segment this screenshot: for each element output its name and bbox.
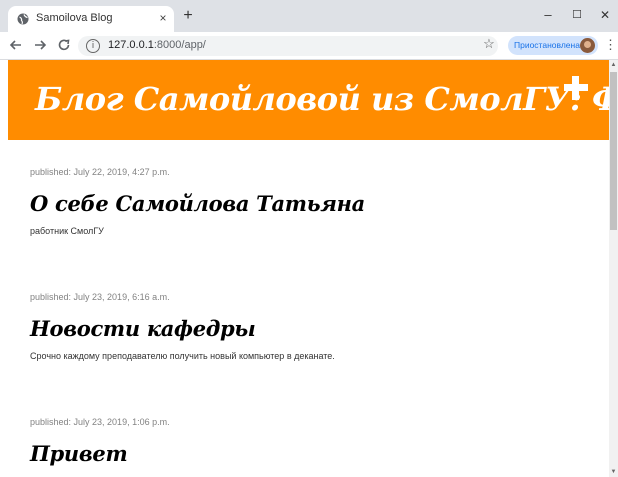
reload-icon[interactable] — [56, 37, 72, 53]
info-icon[interactable]: i — [86, 39, 100, 53]
arrow-left-icon[interactable] — [8, 37, 24, 53]
post-title: Новости кафедры — [30, 316, 590, 341]
kebab-menu-icon[interactable]: ⋮ — [604, 37, 617, 53]
avatar — [580, 38, 595, 53]
post-date: published: July 23, 2019, 1:06 p.m. — [30, 417, 170, 427]
scroll-down-icon[interactable]: ▼ — [609, 467, 618, 477]
url-host: 127.0.0.1 — [108, 39, 154, 51]
address-bar[interactable]: i 127.0.0.1:8000/app/ — [78, 36, 498, 56]
post-item: published: July 23, 2019, 6:16 a.m. Ново… — [30, 292, 590, 361]
post-title: О себе Самойлова Татьяна — [30, 191, 590, 216]
maximize-button[interactable]: ☐ — [566, 6, 588, 24]
post-date: published: July 23, 2019, 6:16 a.m. — [30, 292, 170, 302]
profile-paused-button[interactable]: Приостановлена — [508, 36, 598, 55]
paused-label: Приостановлена — [514, 40, 580, 50]
browser-tab[interactable]: Samoilova Blog × — [8, 6, 174, 32]
minimize-button[interactable]: – — [537, 6, 559, 24]
page-scrollbar[interactable]: ▲ ▼ — [609, 60, 618, 477]
url-path: :8000/app/ — [153, 39, 206, 51]
blog-title[interactable]: Блог Самойловой из СмолГУ: ФИЗМАТ — [35, 80, 609, 118]
window-close-button[interactable]: ✕ — [594, 6, 616, 24]
scroll-thumb[interactable] — [610, 72, 617, 230]
post-body: работник СмолГУ — [30, 226, 104, 236]
browser-tabstrip: Samoilova Blog × + – ☐ ✕ — [0, 0, 618, 32]
browser-toolbar: i 127.0.0.1:8000/app/ ☆ Приостановлена ⋮ — [0, 32, 618, 60]
globe-icon — [17, 13, 29, 25]
star-icon[interactable]: ☆ — [482, 37, 496, 51]
post-title-link[interactable]: Новости кафедры — [30, 316, 256, 341]
plus-icon[interactable] — [564, 76, 588, 100]
post-title-link[interactable]: О себе Самойлова Татьяна — [30, 191, 365, 216]
tab-title: Samoilova Blog — [36, 12, 113, 24]
post-date: published: July 22, 2019, 4:27 p.m. — [30, 167, 170, 177]
blog-header: Блог Самойловой из СмолГУ: ФИЗМАТ — [8, 60, 609, 140]
post-title: Привет — [30, 441, 590, 466]
scroll-up-icon[interactable]: ▲ — [609, 60, 618, 70]
arrow-right-icon[interactable] — [32, 37, 48, 53]
post-item: published: July 23, 2019, 1:06 p.m. Прив… — [30, 417, 590, 466]
page-viewport: Блог Самойловой из СмолГУ: ФИЗМАТ publis… — [0, 60, 609, 477]
post-item: published: July 22, 2019, 4:27 p.m. О се… — [30, 167, 590, 236]
post-body: Срочно каждому преподавателю получить но… — [30, 351, 335, 361]
new-tab-button[interactable]: + — [180, 8, 196, 24]
post-title-link[interactable]: Привет — [30, 441, 128, 466]
url-text: 127.0.0.1:8000/app/ — [108, 39, 206, 51]
tab-close-icon[interactable]: × — [156, 11, 170, 25]
